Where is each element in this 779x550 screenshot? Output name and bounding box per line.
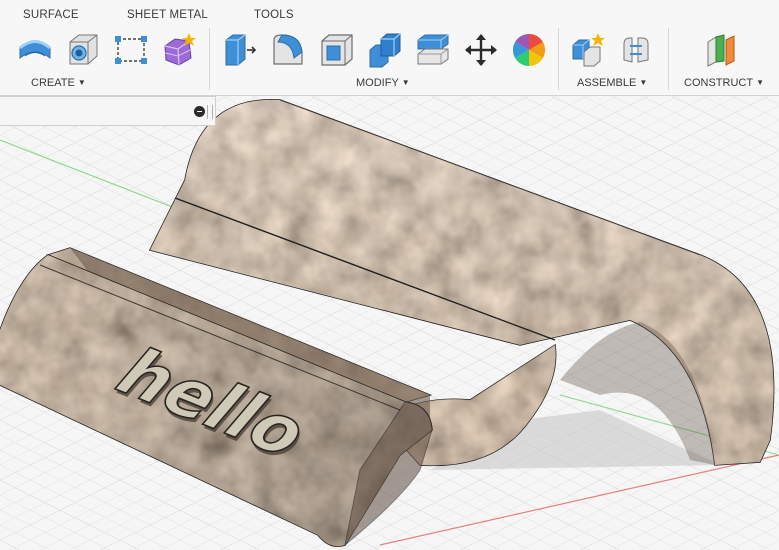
group-divider <box>668 28 669 90</box>
ribbon-toolbar: SURFACE SHEET METAL TOOLS CREATE ▼ MODIF… <box>0 0 779 96</box>
combine-icon[interactable] <box>367 32 403 68</box>
canvas-viewport[interactable]: hello hello <box>0 96 779 550</box>
tab-tools[interactable]: TOOLS <box>254 9 294 21</box>
revolve-icon[interactable] <box>17 32 53 68</box>
split-body-icon[interactable] <box>415 32 451 68</box>
collapse-minus-icon[interactable] <box>194 106 205 117</box>
press-pull-icon[interactable] <box>221 32 257 68</box>
appearance-icon[interactable] <box>511 32 547 68</box>
extrude-partial-icon[interactable] <box>0 32 6 68</box>
browser-panel-collapsed <box>0 96 216 126</box>
move-icon[interactable] <box>463 32 499 68</box>
scene-svg: hello hello <box>0 96 779 550</box>
create-dropdown[interactable]: CREATE ▼ <box>31 77 86 89</box>
hole-icon[interactable] <box>65 32 101 68</box>
panel-resize-grip[interactable] <box>207 105 213 119</box>
caret-down-icon: ▼ <box>77 78 86 87</box>
caret-down-icon: ▼ <box>639 78 648 87</box>
new-component-icon[interactable] <box>570 32 606 68</box>
shell-icon[interactable] <box>319 32 355 68</box>
modify-label: MODIFY <box>356 77 399 89</box>
create-form-icon[interactable] <box>161 32 197 68</box>
create-label: CREATE <box>31 77 75 89</box>
construct-label: CONSTRUCT <box>684 77 754 89</box>
assemble-dropdown[interactable]: ASSEMBLE ▼ <box>577 77 647 89</box>
joint-icon[interactable] <box>618 32 654 68</box>
construct-dropdown[interactable]: CONSTRUCT ▼ <box>684 77 764 89</box>
modify-dropdown[interactable]: MODIFY ▼ <box>356 77 410 89</box>
caret-down-icon: ▼ <box>756 78 764 87</box>
group-divider <box>209 28 210 90</box>
caret-down-icon: ▼ <box>401 78 410 87</box>
offset-plane-icon[interactable] <box>704 32 740 68</box>
tab-surface[interactable]: SURFACE <box>23 9 79 21</box>
sketch-rectangle-icon[interactable] <box>113 32 149 68</box>
group-divider <box>558 28 559 90</box>
fillet-icon[interactable] <box>270 32 306 68</box>
tab-sheet-metal[interactable]: SHEET METAL <box>127 9 208 21</box>
assemble-label: ASSEMBLE <box>577 77 637 89</box>
